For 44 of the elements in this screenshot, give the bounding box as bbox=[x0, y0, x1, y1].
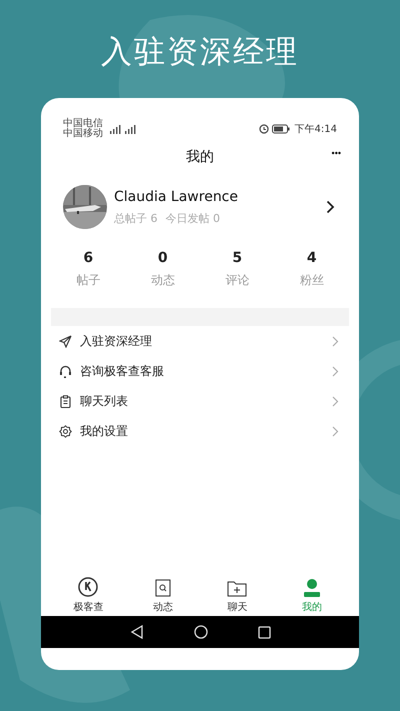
battery-icon bbox=[272, 124, 290, 134]
stat-value: 6 bbox=[83, 250, 94, 266]
menu-item[interactable]: 我的设置 bbox=[51, 416, 349, 446]
page-headline: 入驻资深经理 bbox=[100, 33, 300, 72]
carrier-name: 中国电信 bbox=[63, 119, 103, 129]
tab-item[interactable]: 我的 bbox=[274, 574, 349, 614]
user-name: Claudia Lawrence bbox=[114, 188, 239, 204]
stat-label: 粉丝 bbox=[300, 272, 324, 289]
chevron-right-icon bbox=[332, 396, 339, 406]
today-posts: 今日发帖 0 bbox=[166, 210, 220, 226]
headset-icon bbox=[59, 364, 72, 378]
chevron-right-icon bbox=[332, 426, 339, 436]
recents-icon[interactable] bbox=[258, 626, 270, 638]
stat-label: 帖子 bbox=[76, 272, 100, 289]
menu-item[interactable]: 咨询极客查客服 bbox=[51, 356, 349, 386]
stat-label: 动态 bbox=[150, 272, 175, 289]
tab-item[interactable]: 聊天 bbox=[200, 574, 274, 614]
menu-item[interactable]: 入驻资深经理 bbox=[51, 326, 349, 356]
chevron-right-icon bbox=[332, 366, 339, 376]
home-icon[interactable] bbox=[194, 625, 208, 639]
menu-item[interactable]: 聊天列表 bbox=[51, 386, 349, 416]
clipboard-icon bbox=[59, 394, 72, 408]
search-icon bbox=[154, 579, 171, 597]
alarm-icon bbox=[258, 124, 269, 134]
chevron-right-icon bbox=[332, 336, 339, 346]
back-icon[interactable] bbox=[130, 625, 144, 639]
person-icon bbox=[304, 579, 320, 597]
tab-item[interactable]: 极客查 bbox=[51, 574, 126, 614]
logo-icon bbox=[78, 577, 98, 597]
folder-plus-icon bbox=[227, 580, 248, 597]
page-title: 我的 bbox=[186, 148, 214, 166]
paper-plane-icon bbox=[59, 334, 72, 348]
settings-icon bbox=[59, 424, 72, 438]
chevron-right-icon[interactable] bbox=[326, 200, 335, 214]
tab-item[interactable]: 动态 bbox=[126, 574, 200, 614]
signal-icon bbox=[108, 124, 138, 134]
stat-value: 0 bbox=[158, 250, 168, 266]
carrier-name: 中国移动 bbox=[63, 129, 103, 139]
stat-label: 评论 bbox=[225, 272, 250, 289]
stat-value: 5 bbox=[232, 250, 242, 266]
status-time: 下午4:14 bbox=[294, 123, 337, 136]
post-total: 总帖子 6 bbox=[114, 210, 158, 226]
more-button[interactable]: ••• bbox=[332, 148, 341, 158]
stat-value: 4 bbox=[306, 250, 317, 266]
